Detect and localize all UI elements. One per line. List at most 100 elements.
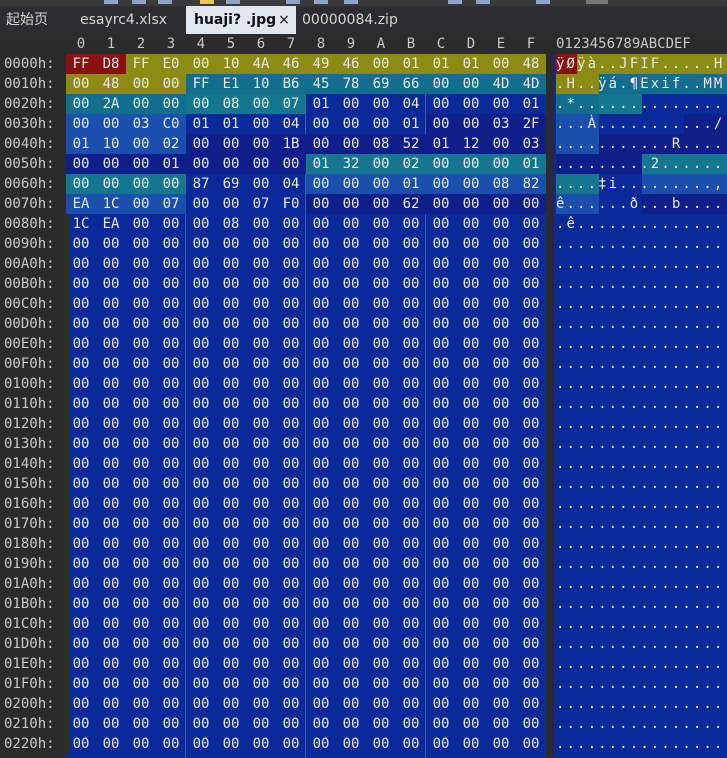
ascii-row[interactable]: ................ <box>556 734 724 754</box>
hex-byte[interactable]: 08 <box>486 174 516 194</box>
hex-byte[interactable]: 03 <box>126 114 156 134</box>
hex-byte[interactable]: FF <box>126 54 156 74</box>
hex-byte[interactable]: 00 <box>486 594 516 614</box>
hex-byte[interactable]: 00 <box>306 694 336 714</box>
hex-byte[interactable]: 2A <box>96 94 126 114</box>
hex-byte[interactable]: 00 <box>396 474 426 494</box>
hex-byte[interactable]: 00 <box>516 714 546 734</box>
hex-byte[interactable]: 00 <box>66 634 96 654</box>
hex-byte[interactable]: 00 <box>426 294 456 314</box>
hex-byte[interactable]: 00 <box>306 554 336 574</box>
hex-byte[interactable]: 00 <box>156 434 186 454</box>
hex-byte[interactable]: 00 <box>306 374 336 394</box>
hex-byte[interactable]: 00 <box>486 394 516 414</box>
hex-byte[interactable]: 00 <box>426 714 456 734</box>
hex-byte[interactable]: 00 <box>96 154 126 174</box>
hex-byte[interactable]: 01 <box>516 154 546 174</box>
tab-huaji-jpg[interactable]: huaji? .jpg × <box>186 6 296 34</box>
hex-byte[interactable]: 00 <box>516 454 546 474</box>
ascii-row[interactable]: ................ <box>556 634 724 654</box>
hex-byte[interactable]: 00 <box>246 354 276 374</box>
hex-byte[interactable]: 00 <box>306 414 336 434</box>
hex-byte[interactable]: 01 <box>156 154 186 174</box>
hex-byte[interactable]: 00 <box>516 274 546 294</box>
hex-byte[interactable]: 00 <box>306 654 336 674</box>
hex-byte[interactable]: 00 <box>486 694 516 714</box>
hex-byte[interactable]: 00 <box>276 734 306 754</box>
hex-byte[interactable]: 62 <box>396 194 426 214</box>
hex-byte[interactable]: 00 <box>216 554 246 574</box>
hex-byte[interactable]: 00 <box>186 654 216 674</box>
hex-byte[interactable]: 00 <box>486 94 516 114</box>
hex-byte[interactable]: 00 <box>426 634 456 654</box>
hex-byte[interactable]: 00 <box>216 494 246 514</box>
hex-byte[interactable]: 00 <box>456 74 486 94</box>
hex-byte[interactable]: 00 <box>516 494 546 514</box>
hex-byte[interactable]: 00 <box>516 194 546 214</box>
hex-byte[interactable]: 00 <box>486 254 516 274</box>
hex-byte[interactable]: 00 <box>216 434 246 454</box>
hex-byte[interactable]: 00 <box>96 334 126 354</box>
hex-byte[interactable]: 00 <box>516 434 546 454</box>
hex-byte[interactable]: 00 <box>516 334 546 354</box>
hex-byte[interactable]: 00 <box>366 214 396 234</box>
hex-byte[interactable]: 00 <box>486 274 516 294</box>
hex-byte[interactable]: 00 <box>156 594 186 614</box>
hex-byte[interactable]: 00 <box>246 554 276 574</box>
hex-byte[interactable]: 00 <box>426 614 456 634</box>
ascii-row[interactable]: ................ <box>556 694 724 714</box>
ascii-row[interactable]: ................ <box>556 494 724 514</box>
hex-byte[interactable]: 00 <box>186 274 216 294</box>
hex-byte[interactable]: 00 <box>396 254 426 274</box>
hex-byte[interactable]: 00 <box>366 454 396 474</box>
hex-byte[interactable]: 00 <box>306 734 336 754</box>
hex-byte[interactable]: 00 <box>456 554 486 574</box>
hex-byte[interactable]: 00 <box>336 494 366 514</box>
hex-byte[interactable]: 00 <box>66 234 96 254</box>
hex-byte[interactable]: 00 <box>96 554 126 574</box>
hex-byte[interactable]: 00 <box>306 534 336 554</box>
hex-byte[interactable]: 00 <box>216 714 246 734</box>
hex-byte[interactable]: 00 <box>96 414 126 434</box>
hex-byte[interactable]: 00 <box>336 334 366 354</box>
hex-byte[interactable]: 00 <box>126 634 156 654</box>
hex-byte[interactable]: 00 <box>456 654 486 674</box>
hex-byte[interactable]: 00 <box>306 674 336 694</box>
toolbar-icon[interactable] <box>476 0 490 4</box>
hex-byte[interactable]: 00 <box>366 434 396 454</box>
hex-byte[interactable]: 00 <box>366 534 396 554</box>
hex-view[interactable]: 0000h: FF D8 FF E0 00 10 4A 46 49 46 00 01 01 01 00 48 ÿØ… <box>0 54 727 758</box>
hex-byte[interactable]: 00 <box>126 574 156 594</box>
hex-byte[interactable]: 00 <box>456 594 486 614</box>
hex-byte[interactable]: 00 <box>336 174 366 194</box>
hex-byte[interactable]: 00 <box>276 154 306 174</box>
hex-byte[interactable]: 00 <box>126 334 156 354</box>
hex-byte[interactable]: 00 <box>516 354 546 374</box>
hex-byte[interactable]: 00 <box>186 294 216 314</box>
hex-byte[interactable]: 00 <box>486 354 516 374</box>
hex-byte[interactable]: 00 <box>96 114 126 134</box>
ascii-row[interactable]: ................ <box>556 434 724 454</box>
ascii-row[interactable]: ................ <box>556 274 724 294</box>
hex-byte[interactable]: 00 <box>486 154 516 174</box>
hex-byte[interactable]: 00 <box>216 254 246 274</box>
hex-byte[interactable]: 00 <box>306 394 336 414</box>
hex-byte[interactable]: 00 <box>336 434 366 454</box>
hex-byte[interactable]: 07 <box>246 194 276 214</box>
hex-byte[interactable]: 00 <box>66 454 96 474</box>
hex-byte[interactable]: 00 <box>186 194 216 214</box>
hex-byte[interactable]: 00 <box>186 554 216 574</box>
hex-byte[interactable]: 00 <box>246 214 276 234</box>
hex-byte[interactable]: 00 <box>186 254 216 274</box>
hex-byte[interactable]: 00 <box>366 694 396 714</box>
ascii-row[interactable]: .........2...... <box>556 154 724 174</box>
hex-byte[interactable]: 00 <box>486 414 516 434</box>
hex-byte[interactable]: 00 <box>486 494 516 514</box>
hex-byte[interactable]: 00 <box>126 474 156 494</box>
hex-byte[interactable]: 45 <box>306 74 336 94</box>
hex-byte[interactable]: 00 <box>246 574 276 594</box>
hex-byte[interactable]: 00 <box>306 314 336 334</box>
hex-byte[interactable]: 00 <box>186 734 216 754</box>
hex-byte[interactable]: 00 <box>516 634 546 654</box>
ascii-row[interactable]: ................ <box>556 574 724 594</box>
